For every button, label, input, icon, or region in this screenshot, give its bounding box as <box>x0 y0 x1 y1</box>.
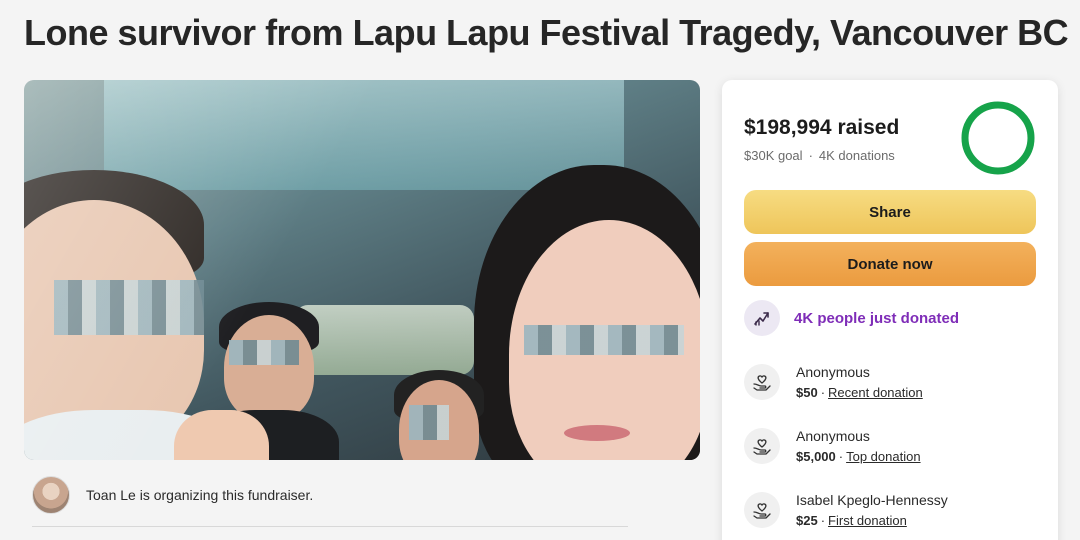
heart-hand-icon <box>744 492 780 528</box>
donation-amount: $5,000 <box>796 449 836 464</box>
page-title: Lone survivor from Lapu Lapu Festival Tr… <box>24 12 1069 53</box>
raised-suffix: raised <box>837 116 900 139</box>
donor-name: Isabel Kpeglo-Hennessy <box>796 492 948 508</box>
campaign-photo[interactable] <box>24 80 700 460</box>
donor-name: Anonymous <box>796 364 870 380</box>
separator-dot: · <box>808 148 813 163</box>
organizer-text: Toan Le is organizing this fundraiser. <box>86 487 314 503</box>
donor-item: Anonymous $50 · Recent donation <box>744 362 923 404</box>
trending-up-icon <box>744 300 780 336</box>
progress-ring <box>961 101 1035 175</box>
donor-item: Anonymous $5,000 · Top donation <box>744 426 921 468</box>
donation-amount: $50 <box>796 385 818 400</box>
goal-amount: $30K goal <box>744 148 803 163</box>
raised-amount: $198,994 <box>744 116 832 139</box>
divider <box>32 526 628 527</box>
organizer-row: Toan Le is organizing this fundraiser. <box>32 476 313 514</box>
donor-name: Anonymous <box>796 428 870 444</box>
heart-hand-icon <box>744 428 780 464</box>
donor-meta: $25 · First donation <box>796 513 907 528</box>
recent-activity: 4K people just donated <box>744 300 959 336</box>
donor-meta: $50 · Recent donation <box>796 385 923 400</box>
donate-now-button[interactable]: Donate now <box>744 242 1036 286</box>
progress-ring-fill <box>961 101 1035 175</box>
organizer-avatar[interactable] <box>32 476 70 514</box>
trend-text: 4K people just donated <box>794 309 960 327</box>
raised-total: $198,994 raised <box>744 116 899 140</box>
donation-kind-link[interactable]: Top donation <box>846 449 920 464</box>
donation-card: $198,994 raised $30K goal · 4K donations S… <box>722 80 1058 540</box>
donation-amount: $25 <box>796 513 818 528</box>
goal-line: $30K goal · 4K donations <box>744 148 895 163</box>
share-button[interactable]: Share <box>744 190 1036 234</box>
donor-meta: $5,000 · Top donation <box>796 449 921 464</box>
donation-kind-link[interactable]: First donation <box>828 513 907 528</box>
donation-kind-link[interactable]: Recent donation <box>828 385 923 400</box>
heart-hand-icon <box>744 364 780 400</box>
fundraiser-page: Lone survivor from Lapu Lapu Festival Tr… <box>0 0 1080 540</box>
donation-count: 4K donations <box>818 148 895 163</box>
donor-item: Isabel Kpeglo-Hennessy $25 · First donatio… <box>744 490 948 532</box>
